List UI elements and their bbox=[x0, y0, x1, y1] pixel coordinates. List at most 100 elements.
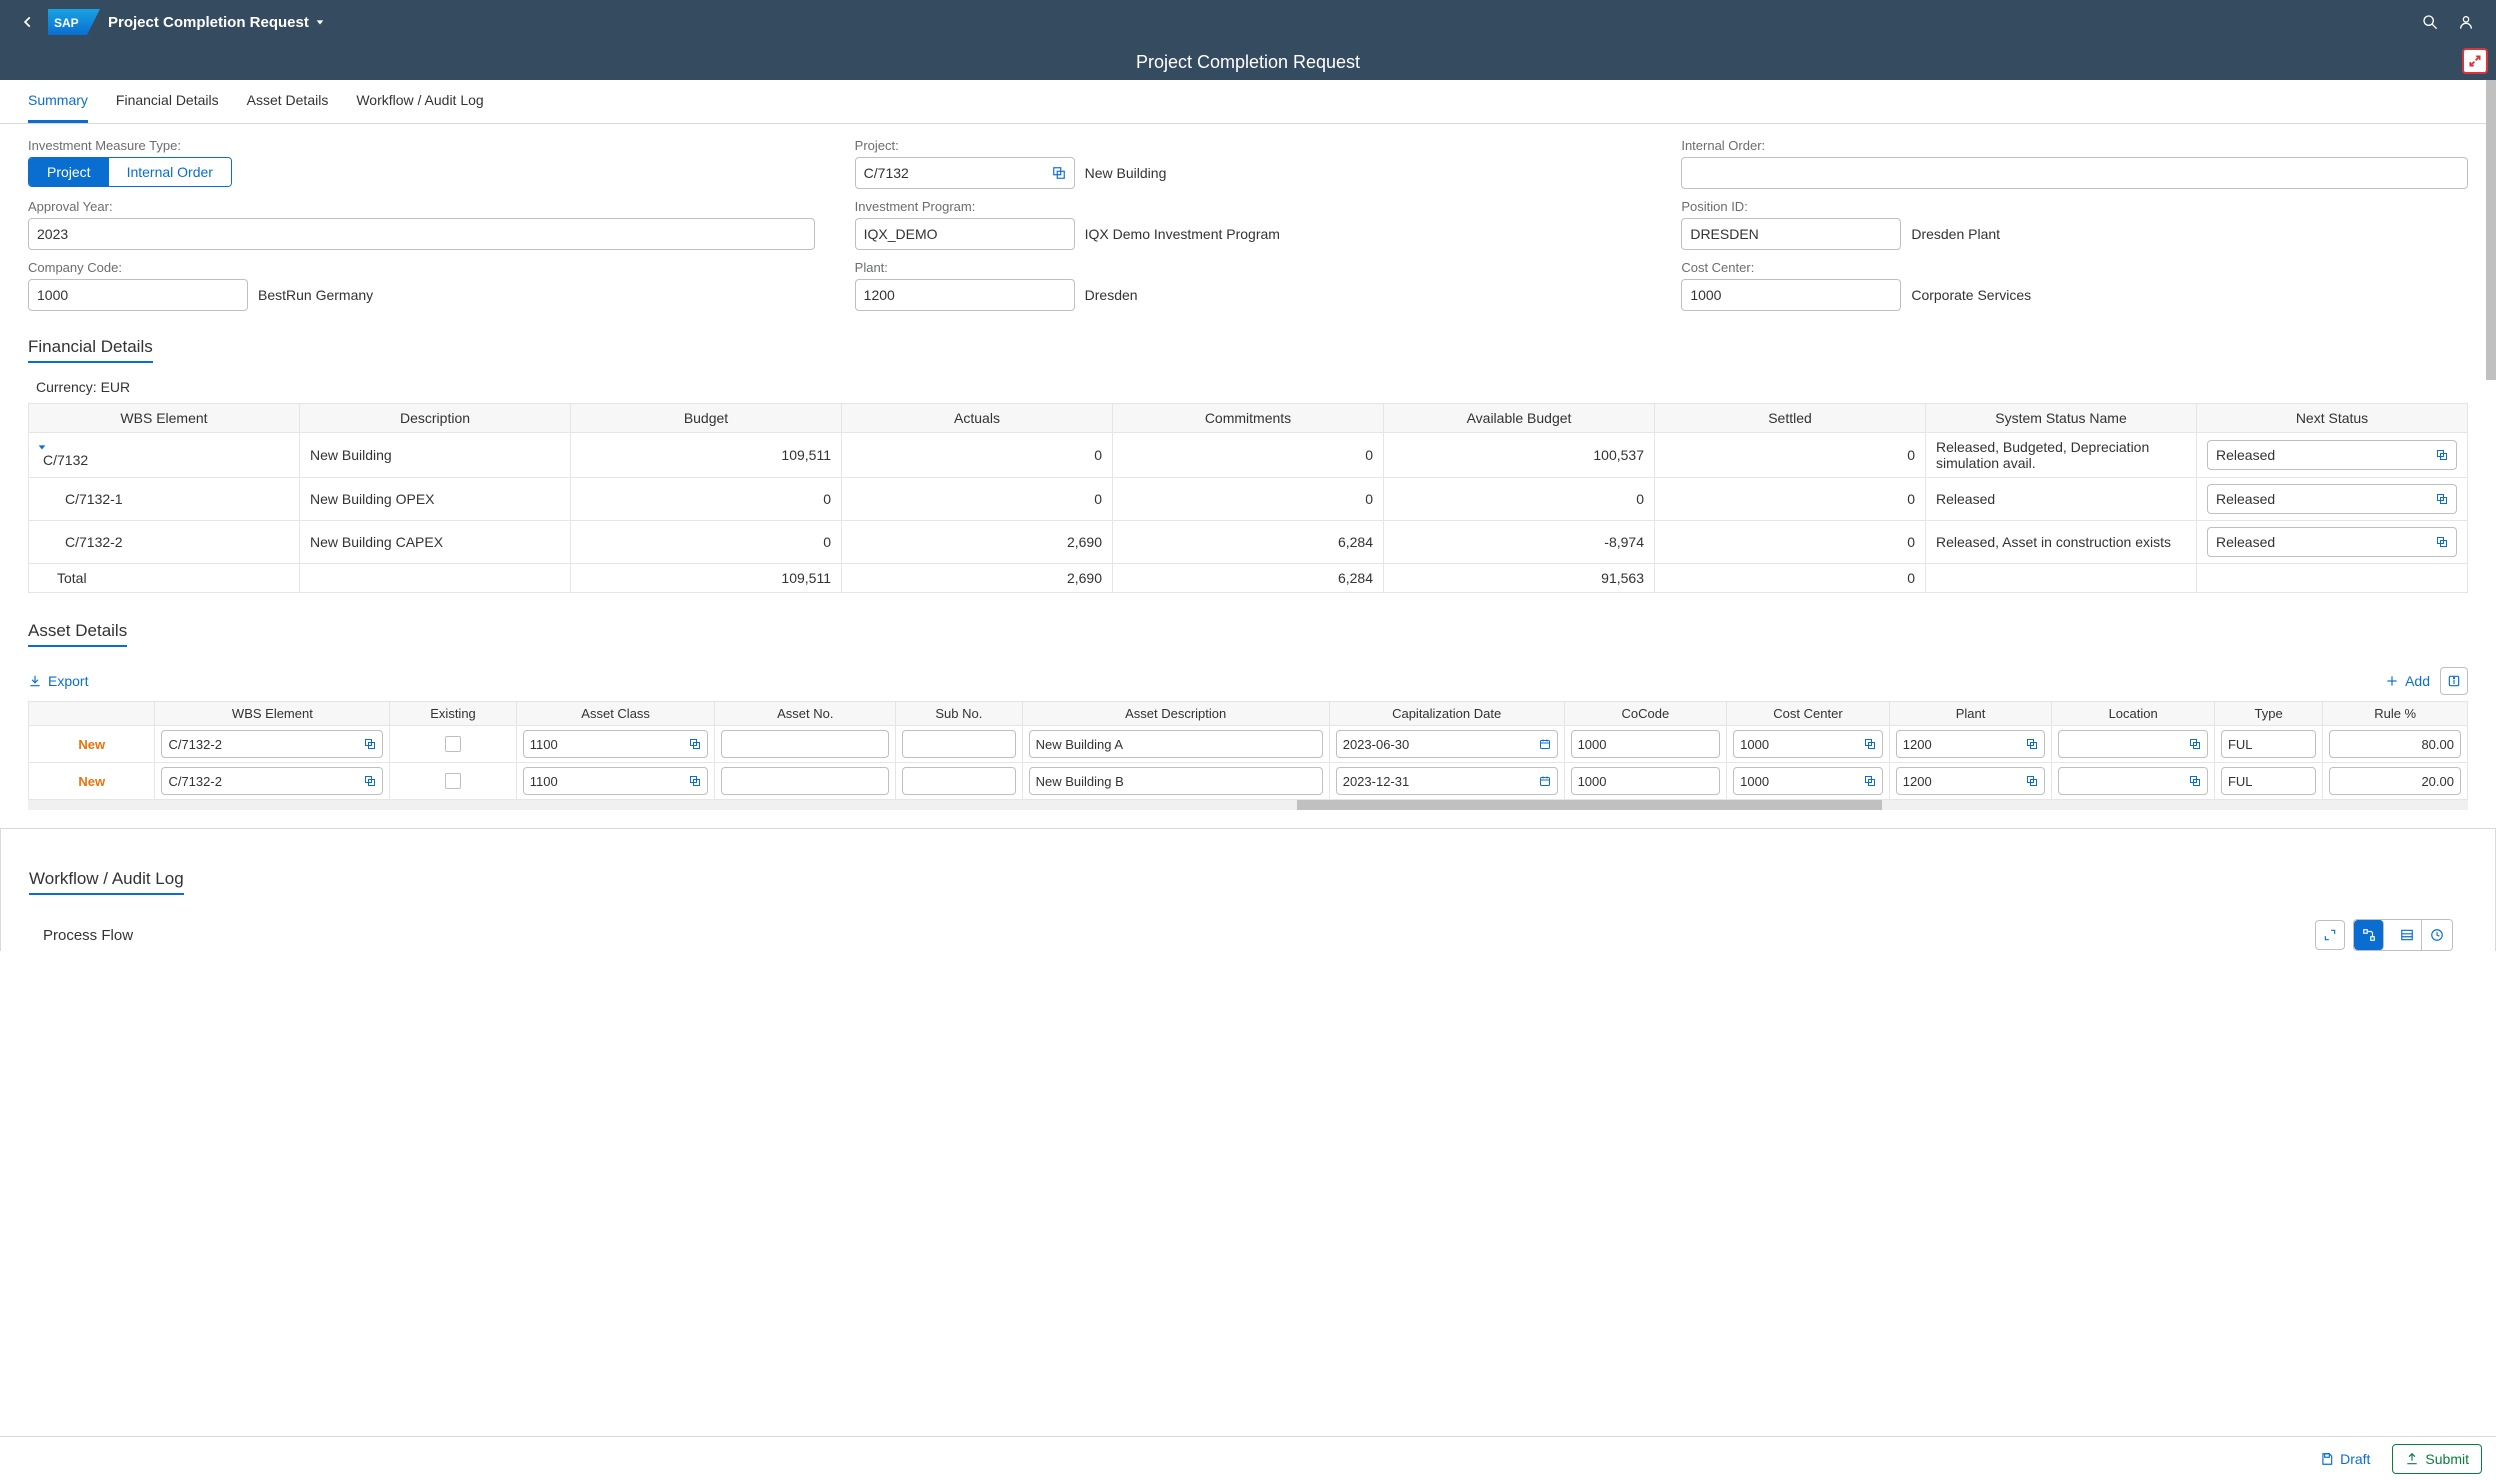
financial-table-header-row: WBS Element Description Budget Actuals C… bbox=[29, 404, 2468, 433]
tab-workflow-audit-log[interactable]: Workflow / Audit Log bbox=[356, 80, 483, 123]
asset-cocode-input[interactable]: 1000 bbox=[1571, 767, 1721, 795]
asset-rule-input-value: 20.00 bbox=[2421, 774, 2454, 789]
asset-wbs-input[interactable]: C/7132-2 bbox=[161, 767, 383, 795]
asset-cocode-input-value: 1000 bbox=[1578, 737, 1607, 752]
asset-table-horizontal-scrollbar[interactable] bbox=[28, 800, 2468, 810]
asset-capdate-input[interactable]: 2023-06-30 bbox=[1336, 730, 1558, 758]
next-status-select[interactable]: Released bbox=[2207, 440, 2457, 470]
section-title-assets: Asset Details bbox=[28, 621, 127, 647]
label-project: Project: bbox=[855, 138, 1642, 153]
valuehelp-icon[interactable] bbox=[2189, 738, 2201, 750]
valuehelp-icon[interactable] bbox=[689, 775, 701, 787]
cell-wbs: C/7132-2 bbox=[65, 534, 123, 550]
cell-status: Released, Budgeted, Depreciation simulat… bbox=[1926, 433, 2197, 478]
asset-wbs-input[interactable]: C/7132-2 bbox=[161, 730, 383, 758]
clock-icon bbox=[2430, 928, 2444, 942]
shell-title-dropdown[interactable]: Project Completion Request bbox=[108, 14, 325, 31]
expand-icon bbox=[2323, 928, 2337, 942]
pf-view-flow-button[interactable] bbox=[2354, 920, 2384, 950]
asset-no-input[interactable] bbox=[721, 730, 889, 758]
page-header: Project Completion Request bbox=[0, 44, 2496, 80]
valuehelp-icon[interactable] bbox=[364, 775, 376, 787]
valuehelp-icon[interactable] bbox=[689, 738, 701, 750]
pf-view-table-button[interactable] bbox=[2392, 920, 2422, 950]
asset-subno-input[interactable] bbox=[902, 730, 1015, 758]
input-internal-order[interactable] bbox=[1681, 157, 2468, 189]
valuehelp-icon[interactable] bbox=[364, 738, 376, 750]
asset-plant-input[interactable]: 1200 bbox=[1896, 730, 2046, 758]
valuehelp-icon[interactable] bbox=[2436, 536, 2448, 548]
fullscreen-button[interactable] bbox=[2462, 48, 2488, 74]
tab-financial-details[interactable]: Financial Details bbox=[116, 80, 219, 123]
draft-button[interactable]: Draft bbox=[2308, 1444, 2382, 1474]
seg-internal-order[interactable]: Internal Order bbox=[109, 158, 231, 186]
valuehelp-icon[interactable] bbox=[2026, 738, 2038, 750]
tab-summary[interactable]: Summary bbox=[28, 80, 88, 123]
next-status-select[interactable]: Released bbox=[2207, 484, 2457, 514]
user-button[interactable] bbox=[2448, 4, 2484, 40]
asset-desc-input[interactable]: New Building B bbox=[1029, 767, 1323, 795]
seg-project[interactable]: Project bbox=[29, 158, 109, 186]
asset-subno-input[interactable] bbox=[902, 767, 1015, 795]
valuehelp-icon[interactable] bbox=[1864, 738, 1876, 750]
pf-view-history-button[interactable] bbox=[2422, 920, 2452, 950]
pf-fullscreen-button[interactable] bbox=[2315, 920, 2345, 950]
asset-class-input[interactable]: 1100 bbox=[523, 730, 709, 758]
asset-location-input[interactable] bbox=[2058, 730, 2208, 758]
info-button[interactable] bbox=[2440, 667, 2468, 695]
add-button[interactable]: Add bbox=[2385, 673, 2430, 689]
segmented-inv-measure-type[interactable]: Project Internal Order bbox=[28, 157, 232, 187]
asset-type-input[interactable]: FUL bbox=[2221, 730, 2316, 758]
search-button[interactable] bbox=[2412, 4, 2448, 40]
asset-existing-checkbox[interactable] bbox=[445, 773, 461, 789]
asset-class-input-value: 1100 bbox=[530, 774, 558, 789]
total-settled: 0 bbox=[1655, 564, 1926, 593]
asset-plant-input[interactable]: 1200 bbox=[1896, 767, 2046, 795]
tab-asset-details[interactable]: Asset Details bbox=[247, 80, 329, 123]
asset-rule-input[interactable]: 80.00 bbox=[2329, 730, 2461, 758]
cell-budget: 0 bbox=[571, 521, 842, 564]
export-button[interactable]: Export bbox=[28, 673, 88, 689]
valuehelp-icon[interactable] bbox=[1864, 775, 1876, 787]
valuehelp-icon[interactable] bbox=[2436, 449, 2448, 461]
input-plant[interactable]: 1200 bbox=[855, 279, 1075, 311]
asset-existing-checkbox[interactable] bbox=[445, 736, 461, 752]
input-inv-program[interactable]: IQX_DEMO bbox=[855, 218, 1075, 250]
asset-status-badge: New bbox=[78, 774, 105, 789]
calendar-icon[interactable] bbox=[1539, 775, 1551, 787]
calendar-icon[interactable] bbox=[1539, 738, 1551, 750]
asset-cc-input[interactable]: 1000 bbox=[1733, 767, 1883, 795]
valuehelp-icon[interactable] bbox=[2026, 775, 2038, 787]
input-project[interactable]: C/7132 bbox=[855, 157, 1075, 189]
asset-no-input[interactable] bbox=[721, 767, 889, 795]
input-position-id[interactable]: DRESDEN bbox=[1681, 218, 1901, 250]
valuehelp-icon[interactable] bbox=[2436, 493, 2448, 505]
input-cost-center[interactable]: 1000 bbox=[1681, 279, 1901, 311]
valuehelp-icon[interactable] bbox=[1052, 166, 1066, 180]
asset-cocode-input[interactable]: 1000 bbox=[1571, 730, 1721, 758]
label-internal-order: Internal Order: bbox=[1681, 138, 2468, 153]
expand-toggle[interactable] bbox=[37, 442, 289, 452]
asset-rule-input[interactable]: 20.00 bbox=[2329, 767, 2461, 795]
input-approval-year[interactable]: 2023 bbox=[28, 218, 815, 250]
asset-class-input[interactable]: 1100 bbox=[523, 767, 709, 795]
plus-icon bbox=[2385, 674, 2399, 688]
asset-type-input[interactable]: FUL bbox=[2221, 767, 2316, 795]
asset-location-input[interactable] bbox=[2058, 767, 2208, 795]
submit-button[interactable]: Submit bbox=[2392, 1444, 2482, 1474]
asset-plant-input-value: 1200 bbox=[1903, 774, 1932, 789]
asset-desc-input[interactable]: New Building A bbox=[1029, 730, 1323, 758]
asset-capdate-input[interactable]: 2023-12-31 bbox=[1336, 767, 1558, 795]
table-icon bbox=[2400, 928, 2414, 942]
financial-row: C/7132New Building109,51100100,5370Relea… bbox=[29, 433, 2468, 478]
acol-wbs: WBS Element bbox=[155, 702, 390, 726]
input-company-code[interactable]: 1000 bbox=[28, 279, 248, 311]
col-commit: Commitments bbox=[1113, 404, 1384, 433]
asset-cc-input[interactable]: 1000 bbox=[1733, 730, 1883, 758]
page-vertical-scrollbar[interactable] bbox=[2486, 80, 2496, 380]
next-status-select[interactable]: Released bbox=[2207, 527, 2457, 557]
tab-bar: Summary Financial Details Asset Details … bbox=[0, 80, 2496, 124]
cell-avail: 0 bbox=[1384, 478, 1655, 521]
back-button[interactable] bbox=[12, 6, 44, 38]
valuehelp-icon[interactable] bbox=[2189, 775, 2201, 787]
